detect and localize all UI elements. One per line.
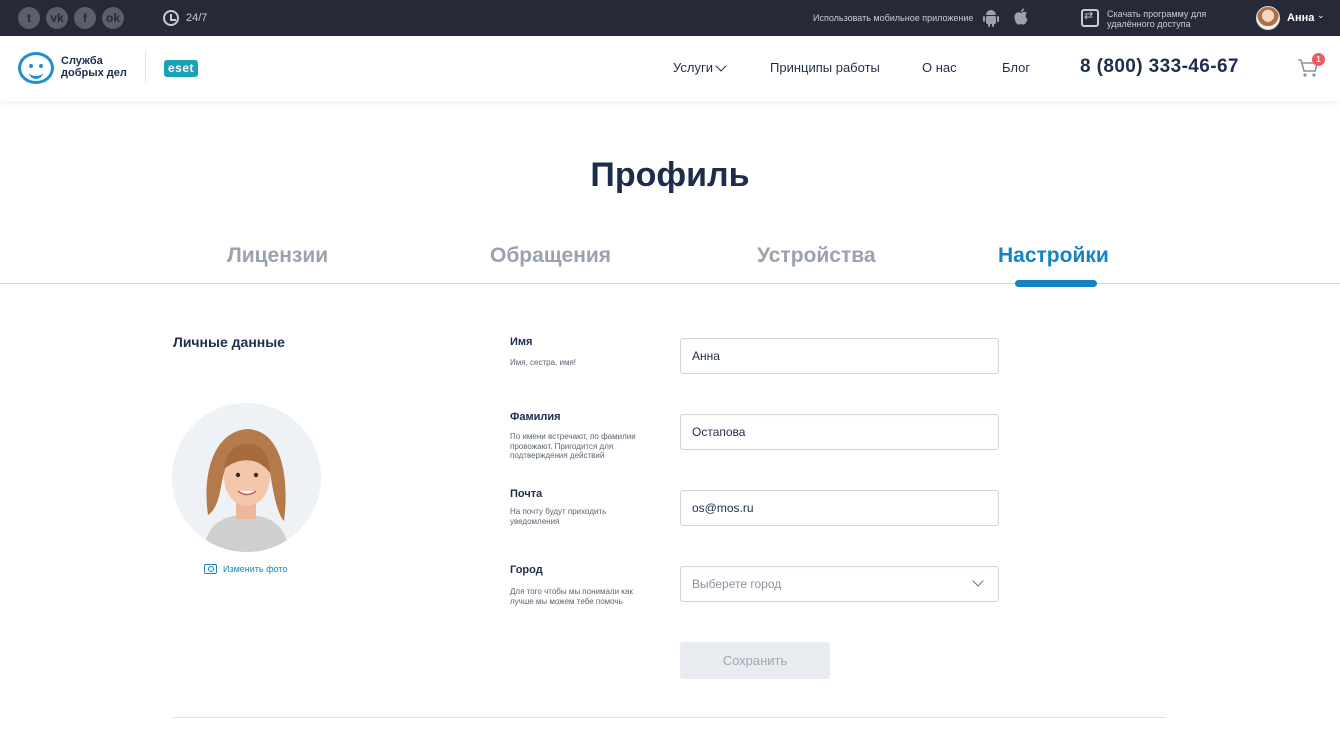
email-hint: На почту будут приходить уведомления	[510, 507, 607, 526]
tab-devices[interactable]: Устройства	[757, 244, 876, 268]
email-input[interactable]	[680, 490, 999, 526]
change-photo-link[interactable]: Изменить фото	[204, 564, 287, 574]
tab-requests[interactable]: Обращения	[490, 244, 611, 268]
logo-divider	[145, 51, 146, 83]
last-name-hint: По имени встречают, по фамилии провожают…	[510, 432, 636, 460]
city-hint: Для того чтобы мы понимали как лучше мы …	[510, 587, 633, 606]
user-avatar[interactable]	[1256, 6, 1280, 30]
mobile-app-text: Использовать мобильное приложение	[813, 13, 974, 23]
logo-text[interactable]: Служба добрых дел	[61, 55, 141, 79]
remote-access-link[interactable]: Скачать программу для удалённого доступа	[1107, 9, 1217, 29]
page-title: Профиль	[590, 156, 750, 194]
nav-principles[interactable]: Принципы работы	[770, 60, 880, 75]
nav-about[interactable]: О нас	[922, 60, 957, 75]
profile-photo	[172, 403, 321, 552]
clock-icon	[163, 10, 179, 26]
bottom-divider	[173, 717, 1166, 718]
active-tab-indicator	[1015, 280, 1097, 287]
apple-icon[interactable]	[1013, 8, 1029, 26]
android-icon[interactable]	[983, 9, 999, 27]
vk-icon[interactable]: vk	[46, 7, 68, 29]
odnoklassniki-icon[interactable]: ok	[102, 7, 124, 29]
city-label: Город	[510, 564, 543, 576]
first-name-hint: Имя, сестра, имя!	[510, 358, 577, 367]
twitter-icon[interactable]: t	[18, 7, 40, 29]
cart-badge: 1	[1312, 53, 1325, 66]
camera-icon	[204, 564, 217, 574]
tabs-divider	[0, 283, 1340, 284]
phone-number[interactable]: 8 (800) 333-46-67	[1080, 56, 1239, 78]
top-bar: t vk f ok 24/7 Использовать мобильное пр…	[0, 0, 1340, 36]
facebook-icon[interactable]: f	[74, 7, 96, 29]
city-select[interactable]: Выберете город	[680, 566, 999, 602]
nav-blog[interactable]: Блог	[1002, 60, 1030, 75]
first-name-label: Имя	[510, 336, 533, 348]
save-button[interactable]: Сохранить	[680, 642, 830, 679]
eset-logo[interactable]: eset	[164, 60, 199, 77]
user-name[interactable]: Анна	[1287, 12, 1314, 24]
first-name-input[interactable]	[680, 338, 999, 374]
section-title: Личные данные	[173, 334, 285, 350]
remote-access-icon[interactable]	[1081, 9, 1099, 27]
tab-licenses[interactable]: Лицензии	[227, 244, 328, 268]
change-photo-label: Изменить фото	[223, 564, 288, 574]
last-name-label: Фамилия	[510, 411, 561, 423]
email-label: Почта	[510, 488, 543, 500]
tab-settings[interactable]: Настройки	[998, 244, 1109, 268]
chevron-down-icon[interactable]: ⌄	[1317, 10, 1325, 21]
main-header: Служба добрых дел eset Услуги Принципы р…	[0, 36, 1340, 101]
last-name-input[interactable]	[680, 414, 999, 450]
nav-services[interactable]: Услуги	[673, 60, 713, 75]
logo-icon[interactable]	[18, 52, 54, 84]
support-hours: 24/7	[186, 12, 208, 24]
